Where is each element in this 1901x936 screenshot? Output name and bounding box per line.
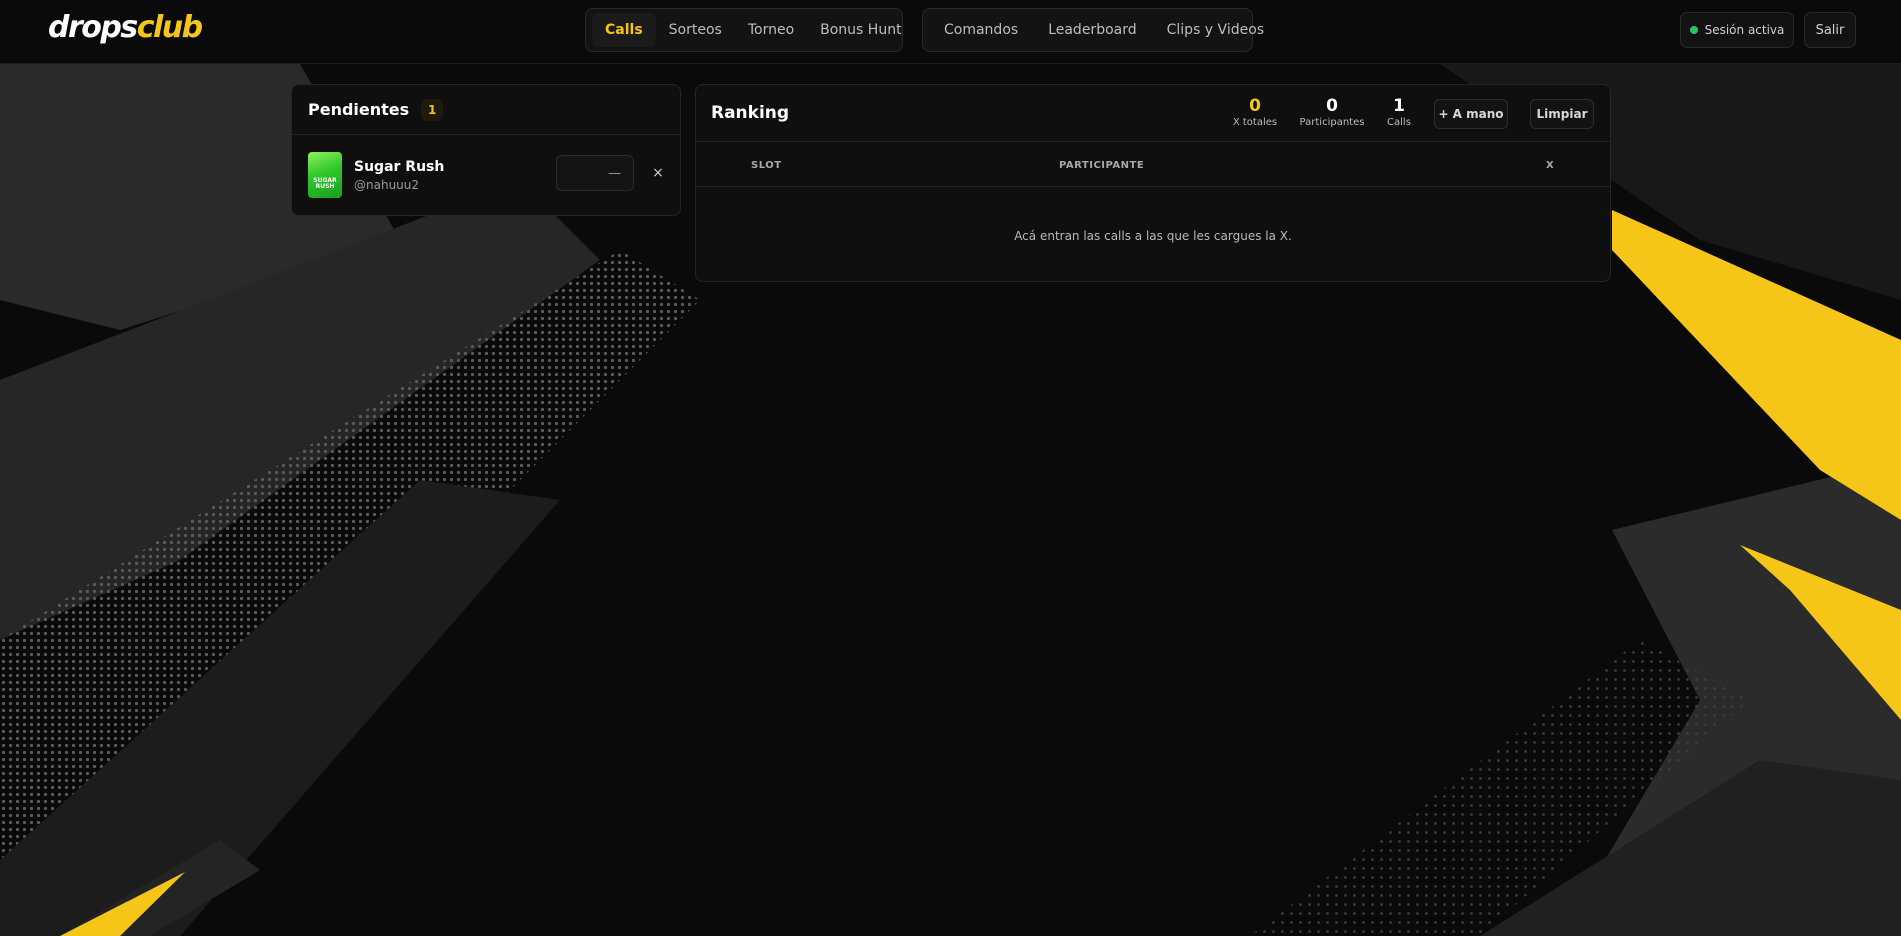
pending-username: @nahuuu2	[354, 177, 420, 192]
pending-title: Pendientes	[308, 100, 410, 119]
session-status-label: Sesión activa	[1704, 23, 1785, 37]
status-dot-icon	[1689, 26, 1698, 34]
column-slot[interactable]: SLOT	[751, 160, 782, 171]
game-thumbnail: SUGAR RUSH	[308, 152, 342, 198]
pending-count-badge: 1	[421, 98, 444, 121]
stat-calls: 1 Calls	[1384, 97, 1414, 128]
pending-item-info: Sugar Rush @nahuuu2	[354, 159, 444, 192]
stat-participantes-value: 0	[1326, 96, 1338, 116]
tab-leaderboard[interactable]: Leaderboard	[1033, 13, 1151, 47]
ranking-title: Ranking	[711, 103, 790, 123]
stat-calls-label: Calls	[1387, 117, 1411, 128]
pending-game-name: Sugar Rush	[354, 158, 445, 175]
tab-clips-videos[interactable]: Clips y Videos	[1152, 13, 1279, 47]
stat-participantes-label: Participantes	[1299, 117, 1365, 128]
logout-button[interactable]: Salir	[1804, 12, 1856, 48]
top-bar: dropsclub Calls Sorteos Torneo Bonus Hun…	[0, 0, 1901, 64]
remove-pending-button[interactable]: ×	[646, 161, 670, 185]
stat-x-totales-value: 0	[1249, 96, 1261, 116]
stat-x-totales-label: X totales	[1232, 117, 1278, 128]
game-thumbnail-text: SUGAR RUSH	[313, 177, 337, 190]
stat-calls-value: 1	[1393, 96, 1405, 116]
pending-panel: Pendientes 1 SUGAR RUSH Sugar Rush @nahu…	[291, 84, 681, 216]
ranking-panel: Ranking 0 X totales 0 Participantes 1 Ca…	[695, 84, 1611, 282]
ranking-header: Ranking 0 X totales 0 Participantes 1 Ca…	[696, 85, 1610, 142]
brand-logo[interactable]: dropsclub	[48, 10, 203, 45]
tab-sorteos[interactable]: Sorteos	[656, 13, 735, 47]
primary-nav: Calls Sorteos Torneo Bonus Hunt	[585, 8, 903, 52]
ranking-empty-state: Acá entran las calls a las que les cargu…	[1014, 229, 1292, 243]
stat-x-totales: 0 X totales	[1230, 97, 1280, 128]
column-participante[interactable]: PARTICIPANTE	[1059, 160, 1144, 171]
column-x[interactable]: X	[1546, 160, 1554, 171]
add-manual-button[interactable]: + A mano	[1434, 99, 1508, 129]
secondary-nav: Comandos Leaderboard Clips y Videos	[922, 8, 1264, 52]
multiplier-input[interactable]: —	[556, 155, 634, 191]
stat-participantes: 0 Participantes	[1297, 97, 1367, 128]
tab-torneo[interactable]: Torneo	[735, 13, 807, 47]
pending-header: Pendientes 1	[292, 85, 680, 135]
pending-item: SUGAR RUSH Sugar Rush @nahuuu2 — ×	[292, 135, 680, 215]
session-status: Sesión activa	[1680, 12, 1794, 48]
tab-calls[interactable]: Calls	[592, 13, 656, 47]
ranking-table-header: SLOT PARTICIPANTE X	[696, 142, 1610, 187]
clear-button[interactable]: Limpiar	[1530, 99, 1594, 129]
tab-bonus-hunt[interactable]: Bonus Hunt	[807, 13, 914, 47]
tab-comandos[interactable]: Comandos	[929, 13, 1033, 47]
